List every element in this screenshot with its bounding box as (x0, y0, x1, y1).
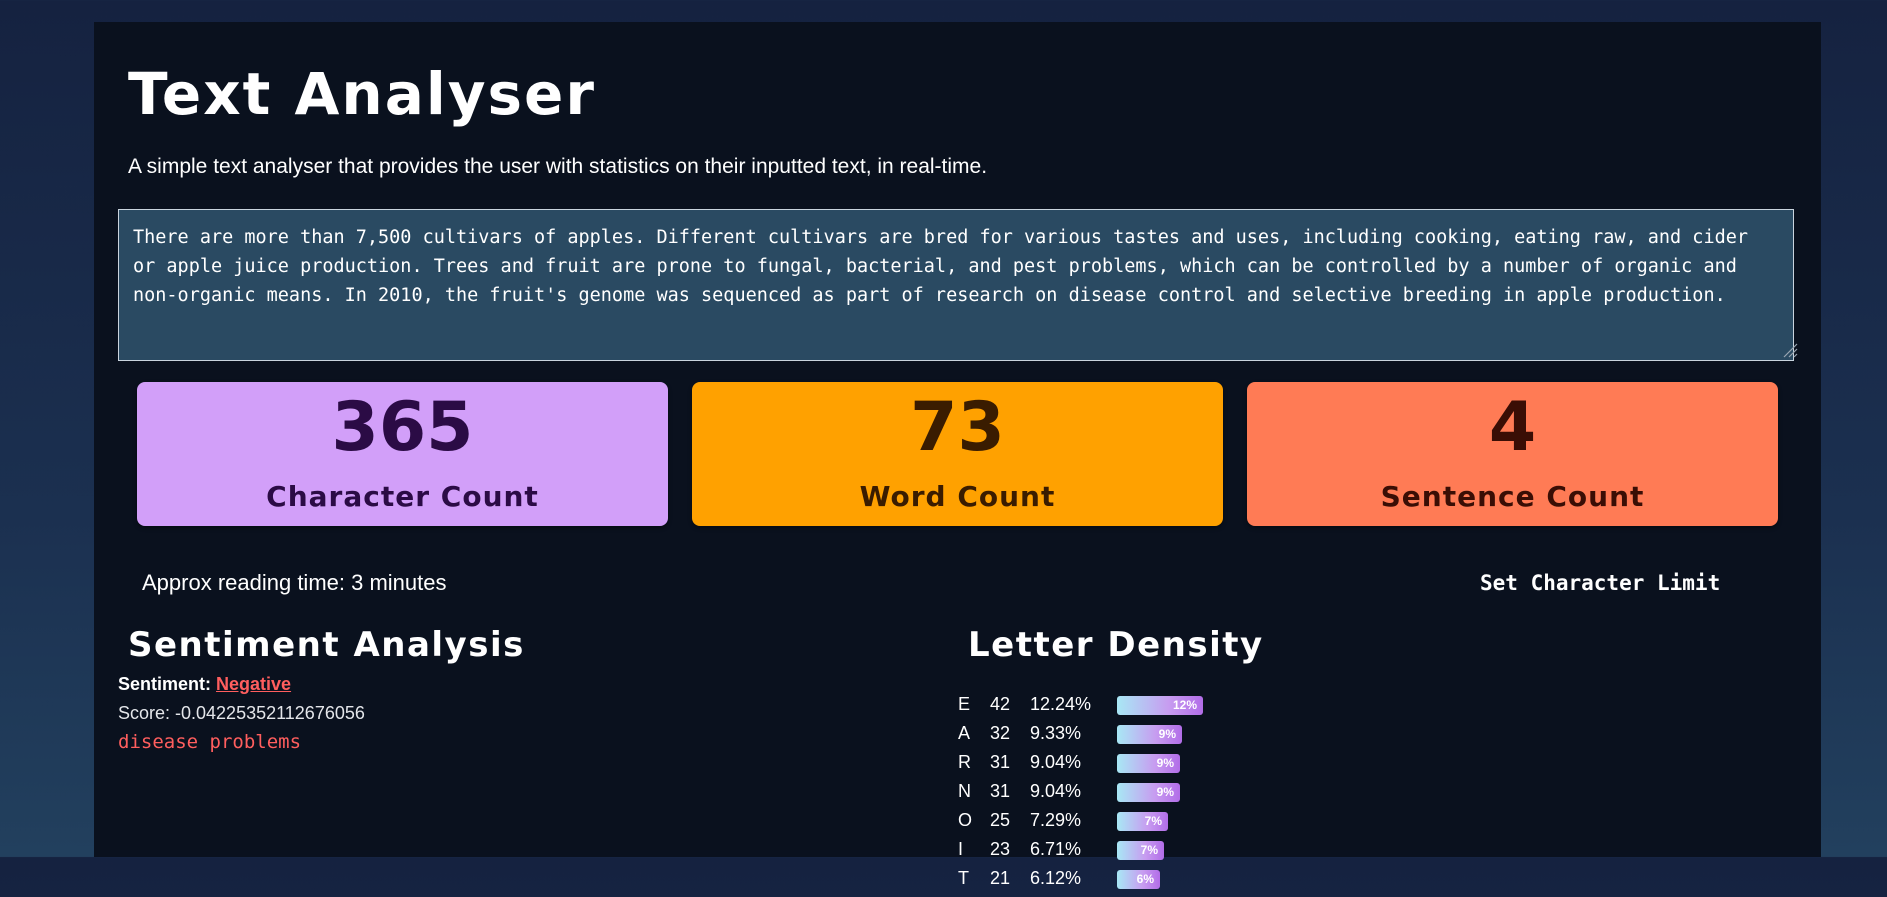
density-bar: 12% (1117, 696, 1203, 715)
sentence-count-label: Sentence Count (1380, 480, 1645, 513)
sentiment-score: Score: -0.04225352112676056 (118, 703, 365, 723)
density-percent: 9.04% (1030, 781, 1082, 801)
density-percent: 6.12% (1030, 868, 1082, 888)
density-count: 32 (990, 723, 1011, 743)
density-count: 31 (990, 752, 1011, 772)
sentiment-value-link[interactable]: Negative (216, 674, 291, 694)
density-percent: 9.33% (1030, 723, 1082, 743)
sentiment-label: Sentiment: (118, 674, 217, 694)
density-letter: E (958, 694, 971, 714)
negative-words: disease problems (118, 731, 302, 753)
sentence-count-card: 4 Sentence Count (1247, 382, 1778, 526)
sentiment-result: Sentiment: Negative (118, 674, 291, 695)
density-letter: R (958, 752, 971, 772)
density-count: 31 (990, 781, 1011, 801)
density-count: 42 (990, 694, 1011, 714)
density-letter: N (958, 781, 971, 801)
page-subtitle: A simple text analyser that provides the… (128, 155, 988, 178)
character-count-card: 365 Character Count (137, 382, 668, 526)
density-letter: A (958, 723, 971, 743)
density-count: 21 (990, 868, 1011, 888)
density-percent: 9.04% (1030, 752, 1082, 772)
page-title: Text Analyser (128, 60, 596, 128)
density-bar: 9% (1117, 754, 1180, 773)
word-count-value: 73 (910, 388, 1005, 467)
density-bar: 9% (1117, 783, 1180, 802)
text-input[interactable]: There are more than 7,500 cultivars of a… (118, 209, 1794, 361)
density-bar: 9% (1117, 725, 1182, 744)
density-bar: 6% (1117, 870, 1160, 889)
sentence-count-value: 4 (1488, 388, 1537, 467)
main-panel: Text Analyser A simple text analyser tha… (94, 22, 1821, 889)
density-percent: 7.29% (1030, 810, 1082, 830)
density-bar: 7% (1117, 812, 1168, 831)
word-count-label: Word Count (859, 480, 1056, 513)
letter-density-heading: Letter Density (968, 625, 1264, 665)
density-percent: 12.24% (1030, 694, 1092, 714)
reading-time: Approx reading time: 3 minutes (142, 570, 447, 595)
density-letter: O (958, 810, 973, 830)
sentiment-heading: Sentiment Analysis (128, 625, 525, 665)
character-count-label: Character Count (266, 480, 539, 513)
density-count: 25 (990, 810, 1011, 830)
density-bar: 7% (1117, 841, 1164, 860)
resize-handle-icon[interactable] (1780, 340, 1798, 358)
word-count-card: 73 Word Count (692, 382, 1223, 526)
density-letter: T (958, 868, 969, 888)
character-count-value: 365 (331, 388, 474, 467)
set-character-limit-button[interactable]: Set Character Limit (1474, 567, 1726, 599)
